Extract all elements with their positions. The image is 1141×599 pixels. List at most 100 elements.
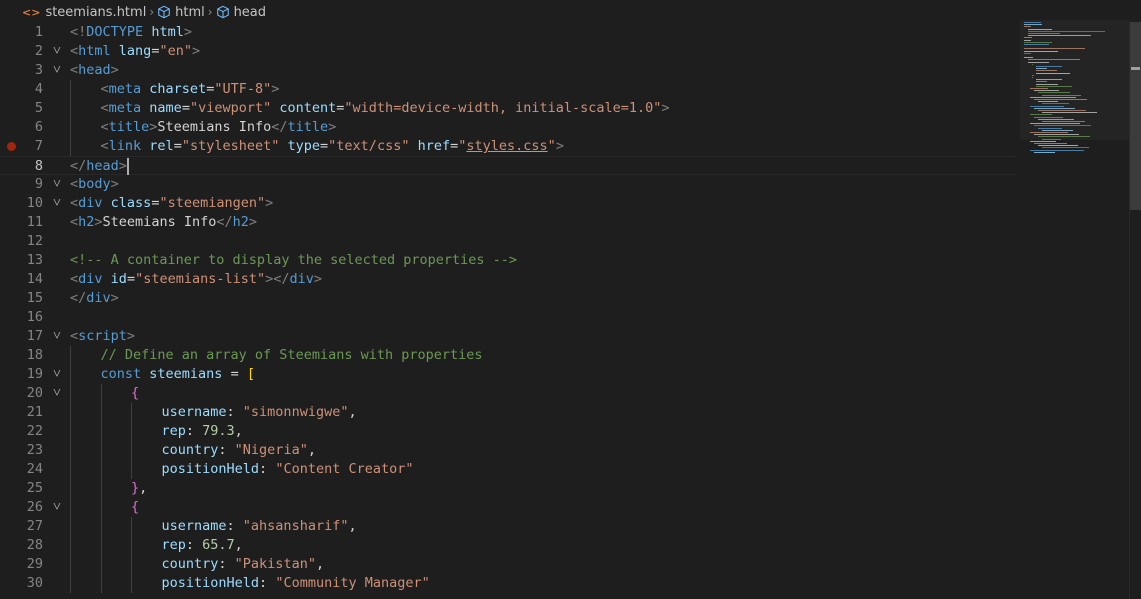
line-number: 14 bbox=[26, 271, 43, 287]
code-line[interactable]: 30 positionHeld: "Community Manager" bbox=[0, 574, 1015, 593]
code-line[interactable]: 16 bbox=[0, 308, 1015, 327]
code-line[interactable]: 14 <div id="steemians-list"></div> bbox=[0, 270, 1015, 289]
indent-guide bbox=[70, 441, 71, 460]
code-token: : bbox=[226, 518, 243, 534]
code-token: < bbox=[70, 43, 79, 59]
line-code: <script> bbox=[70, 327, 135, 346]
indent-guide bbox=[100, 384, 102, 403]
indent-guide bbox=[70, 517, 71, 536]
code-line[interactable]: 22 rep: 79.3, bbox=[0, 422, 1015, 441]
text-cursor bbox=[126, 157, 129, 175]
code-token: : bbox=[259, 461, 276, 477]
line-number: 10 bbox=[26, 195, 43, 211]
code-line[interactable]: 24 positionHeld: "Content Creator" bbox=[0, 460, 1015, 479]
minimap-line bbox=[1030, 140, 1056, 142]
code-token: > bbox=[110, 290, 119, 306]
code-token: = bbox=[126, 271, 136, 287]
code-line[interactable]: 1 <!DOCTYPE html> bbox=[0, 23, 1015, 42]
line-number: 8 bbox=[34, 158, 43, 174]
code-line[interactable]: 2 ˅ <html lang="en"> bbox=[0, 42, 1015, 61]
code-token: </ bbox=[216, 214, 233, 230]
fold-chevron-icon[interactable]: ˅ bbox=[50, 498, 64, 517]
code-token: , bbox=[234, 537, 243, 553]
fold-chevron-icon[interactable]: ˅ bbox=[50, 61, 64, 80]
line-number: 29 bbox=[26, 556, 43, 572]
code-token: h2 bbox=[78, 214, 95, 230]
code-token: > bbox=[328, 119, 337, 135]
code-token: = bbox=[181, 100, 190, 116]
line-code: username: "ahsansharif", bbox=[162, 517, 357, 536]
code-editor[interactable]: <> steemians.html › html › head 1 <!DOCTY… bbox=[0, 0, 1141, 599]
code-token: , bbox=[139, 480, 148, 496]
code-line[interactable]: 8 </head> bbox=[0, 156, 1015, 175]
code-line[interactable]: 13 <!-- A container to display the select… bbox=[0, 251, 1015, 270]
line-number: 17 bbox=[26, 328, 43, 344]
code-line[interactable]: 25}, bbox=[0, 479, 1015, 498]
code-line[interactable]: 28 rep: 65.7, bbox=[0, 536, 1015, 555]
code-line[interactable]: 20 ˅ { bbox=[0, 384, 1015, 403]
breadcrumb-item-html[interactable]: html bbox=[157, 5, 205, 20]
line-code: username: "simonnwigwe", bbox=[162, 403, 357, 422]
fold-chevron-icon[interactable]: ˅ bbox=[50, 365, 64, 384]
code-line[interactable]: 17 ˅ <script> bbox=[0, 327, 1015, 346]
code-token: div bbox=[78, 195, 103, 211]
code-line[interactable]: 4 <meta charset="UTF-8"> bbox=[0, 80, 1015, 99]
code-token: html bbox=[78, 43, 111, 59]
code-line[interactable]: 6 <title>Steemians Info</title> bbox=[0, 118, 1015, 137]
code-token: : bbox=[218, 556, 235, 572]
fold-chevron-icon[interactable]: ˅ bbox=[50, 194, 64, 213]
code-token: ></ bbox=[265, 271, 290, 287]
code-token: > bbox=[661, 100, 670, 116]
code-token: meta bbox=[108, 100, 142, 116]
code-lines[interactable]: 1 <!DOCTYPE html> 2 ˅ <html lang="en"> 3 ˅ <hea… bbox=[0, 22, 1015, 599]
code-line[interactable]: 19 ˅ const steemians = [ bbox=[0, 365, 1015, 384]
fold-chevron-icon[interactable]: ˅ bbox=[50, 175, 64, 194]
breadcrumb-item-head[interactable]: head bbox=[216, 5, 266, 20]
code-line[interactable]: 23 country: "Nigeria", bbox=[0, 441, 1015, 460]
fold-chevron-icon[interactable]: ˅ bbox=[50, 327, 64, 346]
line-number: 18 bbox=[26, 347, 43, 363]
line-number: 1 bbox=[34, 24, 43, 40]
indent-guide bbox=[70, 498, 71, 517]
fold-chevron-icon[interactable]: ˅ bbox=[50, 384, 64, 403]
minimap-line bbox=[1042, 147, 1089, 149]
code-line[interactable]: 21 username: "simonnwigwe", bbox=[0, 403, 1015, 422]
code-token: = bbox=[173, 138, 182, 154]
code-line[interactable]: 29 country: "Pakistan", bbox=[0, 555, 1015, 574]
indent-guide bbox=[131, 555, 132, 574]
indent-guide bbox=[131, 517, 132, 536]
code-line[interactable]: 27 username: "ahsansharif", bbox=[0, 517, 1015, 536]
code-token: "stylesheet" bbox=[181, 138, 280, 154]
code-token: } bbox=[131, 480, 140, 496]
code-token: positionHeld bbox=[161, 575, 260, 591]
code-token: href bbox=[417, 138, 451, 154]
indent-guide bbox=[100, 460, 102, 479]
minimap-slider[interactable] bbox=[1020, 20, 1130, 140]
code-token: < bbox=[70, 214, 79, 230]
code-token: </ bbox=[70, 158, 87, 174]
code-token: < bbox=[70, 195, 79, 211]
code-line[interactable]: 5 <meta name="viewport" content="width=de… bbox=[0, 99, 1015, 118]
code-line[interactable]: 18 // Define an array of Steemians with p… bbox=[0, 346, 1015, 365]
code-line[interactable]: 9 ˅ <body> bbox=[0, 175, 1015, 194]
breadcrumb: <> steemians.html › html › head bbox=[0, 0, 1141, 24]
code-line[interactable]: 10 ˅ <div class="steemiangen"> bbox=[0, 194, 1015, 213]
scrollbar-thumb[interactable] bbox=[1130, 22, 1141, 210]
code-token: > bbox=[110, 176, 119, 192]
code-line[interactable]: 15 </div> bbox=[0, 289, 1015, 308]
code-line[interactable]: 11 <h2>Steemians Info</h2> bbox=[0, 213, 1015, 232]
line-number: 16 bbox=[26, 309, 43, 325]
code-token: </ bbox=[70, 290, 87, 306]
code-line[interactable]: 7 <link rel="stylesheet" type="text/css" … bbox=[0, 137, 1015, 156]
code-line[interactable]: 3 ˅ <head> bbox=[0, 61, 1015, 80]
code-token: > bbox=[183, 24, 192, 40]
code-line[interactable]: 26 ˅ { bbox=[0, 498, 1015, 517]
line-number: 22 bbox=[26, 423, 43, 439]
code-token: rep bbox=[161, 423, 186, 439]
code-token: country bbox=[161, 556, 219, 572]
fold-chevron-icon[interactable]: ˅ bbox=[50, 42, 64, 61]
breadcrumb-file[interactable]: <> steemians.html bbox=[22, 5, 146, 20]
code-line[interactable]: 12 bbox=[0, 232, 1015, 251]
